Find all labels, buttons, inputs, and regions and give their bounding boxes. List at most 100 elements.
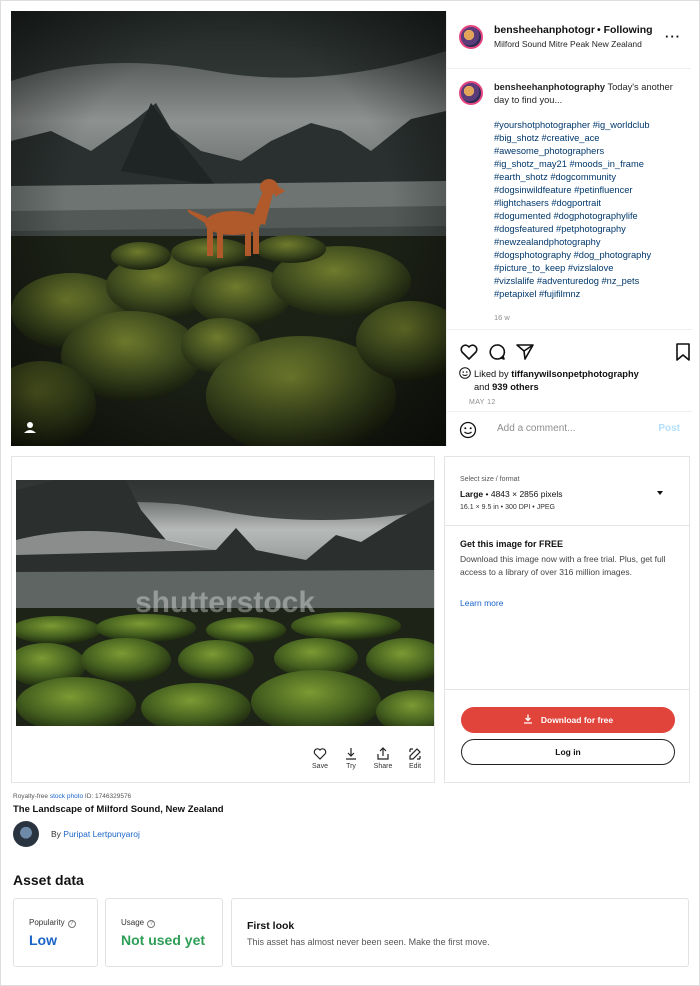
hashtag-line[interactable]: #awesome_photographers xyxy=(494,145,689,158)
hashtag-line[interactable]: #dogumented #dogphotographylife xyxy=(494,210,689,223)
instagram-sidebar: bensheehanphotogr • Following Milford So… xyxy=(446,11,692,446)
caption-avatar[interactable] xyxy=(459,81,483,105)
edit-button[interactable]: Edit xyxy=(399,747,431,770)
free-offer-description: Download this image now with a free tria… xyxy=(460,554,666,577)
instagram-photo-dog-on-rocks[interactable] xyxy=(11,11,446,446)
more-options-icon[interactable]: ··· xyxy=(665,29,681,44)
share-label: Share xyxy=(373,763,393,770)
popularity-label: Popularity? xyxy=(29,918,76,928)
download-icon xyxy=(346,748,356,760)
usage-card: Usage? Not used yet xyxy=(105,898,223,967)
comment-input[interactable]: Add a comment... xyxy=(497,423,575,434)
try-button[interactable]: Try xyxy=(335,747,367,770)
first-look-title: First look xyxy=(247,920,295,932)
license-panel: Select size / format Large • 4843 × 2856… xyxy=(444,456,690,783)
first-look-card: First look This asset has almost never b… xyxy=(231,898,689,967)
share-button[interactable]: Share xyxy=(367,747,399,770)
page: bensheehanphotogr • Following Milford So… xyxy=(0,0,700,986)
user-avatar[interactable] xyxy=(459,25,483,49)
hashtag-line[interactable]: #petapixel #fujifilmnz xyxy=(494,288,689,301)
save-button[interactable]: Save xyxy=(304,747,336,770)
try-label: Try xyxy=(346,763,356,770)
free-offer-title: Get this image for FREE xyxy=(460,539,564,549)
send-icon[interactable] xyxy=(515,342,535,362)
hashtag-line[interactable]: #lightchasers #dogportrait xyxy=(494,197,689,210)
post-comment-button[interactable]: Post xyxy=(658,423,680,434)
size-name: Large xyxy=(460,489,484,499)
following-status[interactable]: • Following xyxy=(597,24,653,36)
edit-icon xyxy=(409,748,421,760)
hashtag-line[interactable]: #dogsinwildfeature #petinfluencer xyxy=(494,184,689,197)
bookmark-icon[interactable] xyxy=(673,342,693,362)
post-date: MAY 12 xyxy=(469,399,496,406)
download-button-label: Download for free xyxy=(540,715,614,725)
caption-text: bensheehanphotography Today's another da… xyxy=(494,81,689,107)
learn-more-link[interactable]: Learn more xyxy=(460,598,503,608)
by-label: By xyxy=(51,829,64,839)
hashtag-line[interactable]: #picture_to_keep #vizslalove xyxy=(494,262,689,275)
asset-data-heading: Asset data xyxy=(13,872,84,888)
caption-username[interactable]: bensheehanphotography xyxy=(494,82,605,92)
popularity-value: Low xyxy=(29,932,57,948)
comment-icon[interactable] xyxy=(487,342,507,362)
image-toolbar: Save Try Share Edit xyxy=(12,747,434,781)
author-avatar[interactable] xyxy=(13,821,39,847)
author-link[interactable]: Puripat Lertpunyaroj xyxy=(63,829,140,839)
info-icon[interactable]: ? xyxy=(147,920,156,928)
size-format-label: Select size / format xyxy=(460,476,520,483)
share-icon xyxy=(377,747,389,760)
size-details: 16.1 × 9.5 in • 300 DPI • JPEG xyxy=(460,504,555,511)
emoji-icon[interactable] xyxy=(459,421,477,439)
stock-photo-link[interactable]: stock photo xyxy=(50,793,83,800)
hashtag-line[interactable]: #earth_shotz #dogcommunity xyxy=(494,171,689,184)
post-header: bensheehanphotogr • Following Milford So… xyxy=(447,11,691,69)
popularity-label-text: Popularity xyxy=(29,918,65,927)
hashtag-line[interactable]: #big_shotz #creative_ace xyxy=(494,132,689,145)
divider xyxy=(445,689,689,690)
hashtag-line[interactable]: #dogsphotography #dog_photography xyxy=(494,249,689,262)
save-label: Save xyxy=(312,763,328,770)
post-age: 16 w xyxy=(494,313,510,322)
post-actions xyxy=(447,329,692,363)
watermark-text: shutterstock xyxy=(135,586,315,619)
download-icon xyxy=(523,714,532,724)
download-for-free-button[interactable]: Download for free xyxy=(461,707,675,733)
asset-title: The Landscape of Milford Sound, New Zeal… xyxy=(13,804,224,815)
liked-by-prefix: Liked by xyxy=(474,369,512,379)
post-location[interactable]: Milford Sound Mitre Peak New Zealand xyxy=(494,39,642,49)
heart-icon xyxy=(313,748,327,760)
usage-value: Not used yet xyxy=(121,932,206,948)
divider xyxy=(445,525,689,526)
hashtag-line[interactable]: #ig_shotz_may21 #moods_in_frame xyxy=(494,158,689,171)
stock-photo-milford-sound[interactable]: shutterstock xyxy=(16,480,434,726)
info-icon[interactable]: ? xyxy=(67,920,76,928)
usage-label: Usage? xyxy=(121,918,156,928)
heart-icon[interactable] xyxy=(459,342,479,362)
liked-by-others[interactable]: 939 others xyxy=(492,382,539,392)
popularity-card: Popularity? Low xyxy=(13,898,98,967)
edit-label: Edit xyxy=(408,763,422,770)
liked-by-user[interactable]: tiffanywilsonpetphotography xyxy=(511,369,639,379)
likes-summary: Liked by tiffanywilsonpetphotography and… xyxy=(459,367,689,394)
log-in-button[interactable]: Log in xyxy=(461,739,675,765)
first-look-description: This asset has almost never been seen. M… xyxy=(247,937,490,947)
hashtag-line[interactable]: #newzealandphotography xyxy=(494,236,689,249)
hashtag-list: #yourshotphotographer #ig_worldclub #big… xyxy=(494,119,689,301)
hashtag-line[interactable]: #yourshotphotographer #ig_worldclub xyxy=(494,119,689,132)
stock-image-panel: shutterstock Save Try Share Edit xyxy=(11,456,435,783)
meta-id: ID: 1746329576 xyxy=(83,793,132,800)
hashtag-line[interactable]: #vizslalife #adventuredog #nz_pets xyxy=(494,275,689,288)
instagram-post: bensheehanphotogr • Following Milford So… xyxy=(11,11,692,446)
size-pixels: • 4843 × 2856 pixels xyxy=(483,489,563,499)
author-byline: By Puripat Lertpunyaroj xyxy=(51,829,140,839)
chevron-down-icon[interactable] xyxy=(657,491,663,495)
size-select[interactable]: Large • 4843 × 2856 pixels xyxy=(460,489,562,499)
usage-label-text: Usage xyxy=(121,918,145,927)
hashtag-line[interactable]: #dogsfeatured #petphotography xyxy=(494,223,689,236)
tagged-user-icon[interactable] xyxy=(23,420,37,434)
meta-prefix: Royalty-free xyxy=(13,793,50,800)
liked-by-and: and xyxy=(474,382,493,392)
liker-avatar-icon[interactable] xyxy=(459,367,471,379)
comment-bar: Add a comment... Post xyxy=(447,411,692,446)
royalty-free-id: Royalty-free stock photo ID: 1746329576 xyxy=(13,793,131,800)
